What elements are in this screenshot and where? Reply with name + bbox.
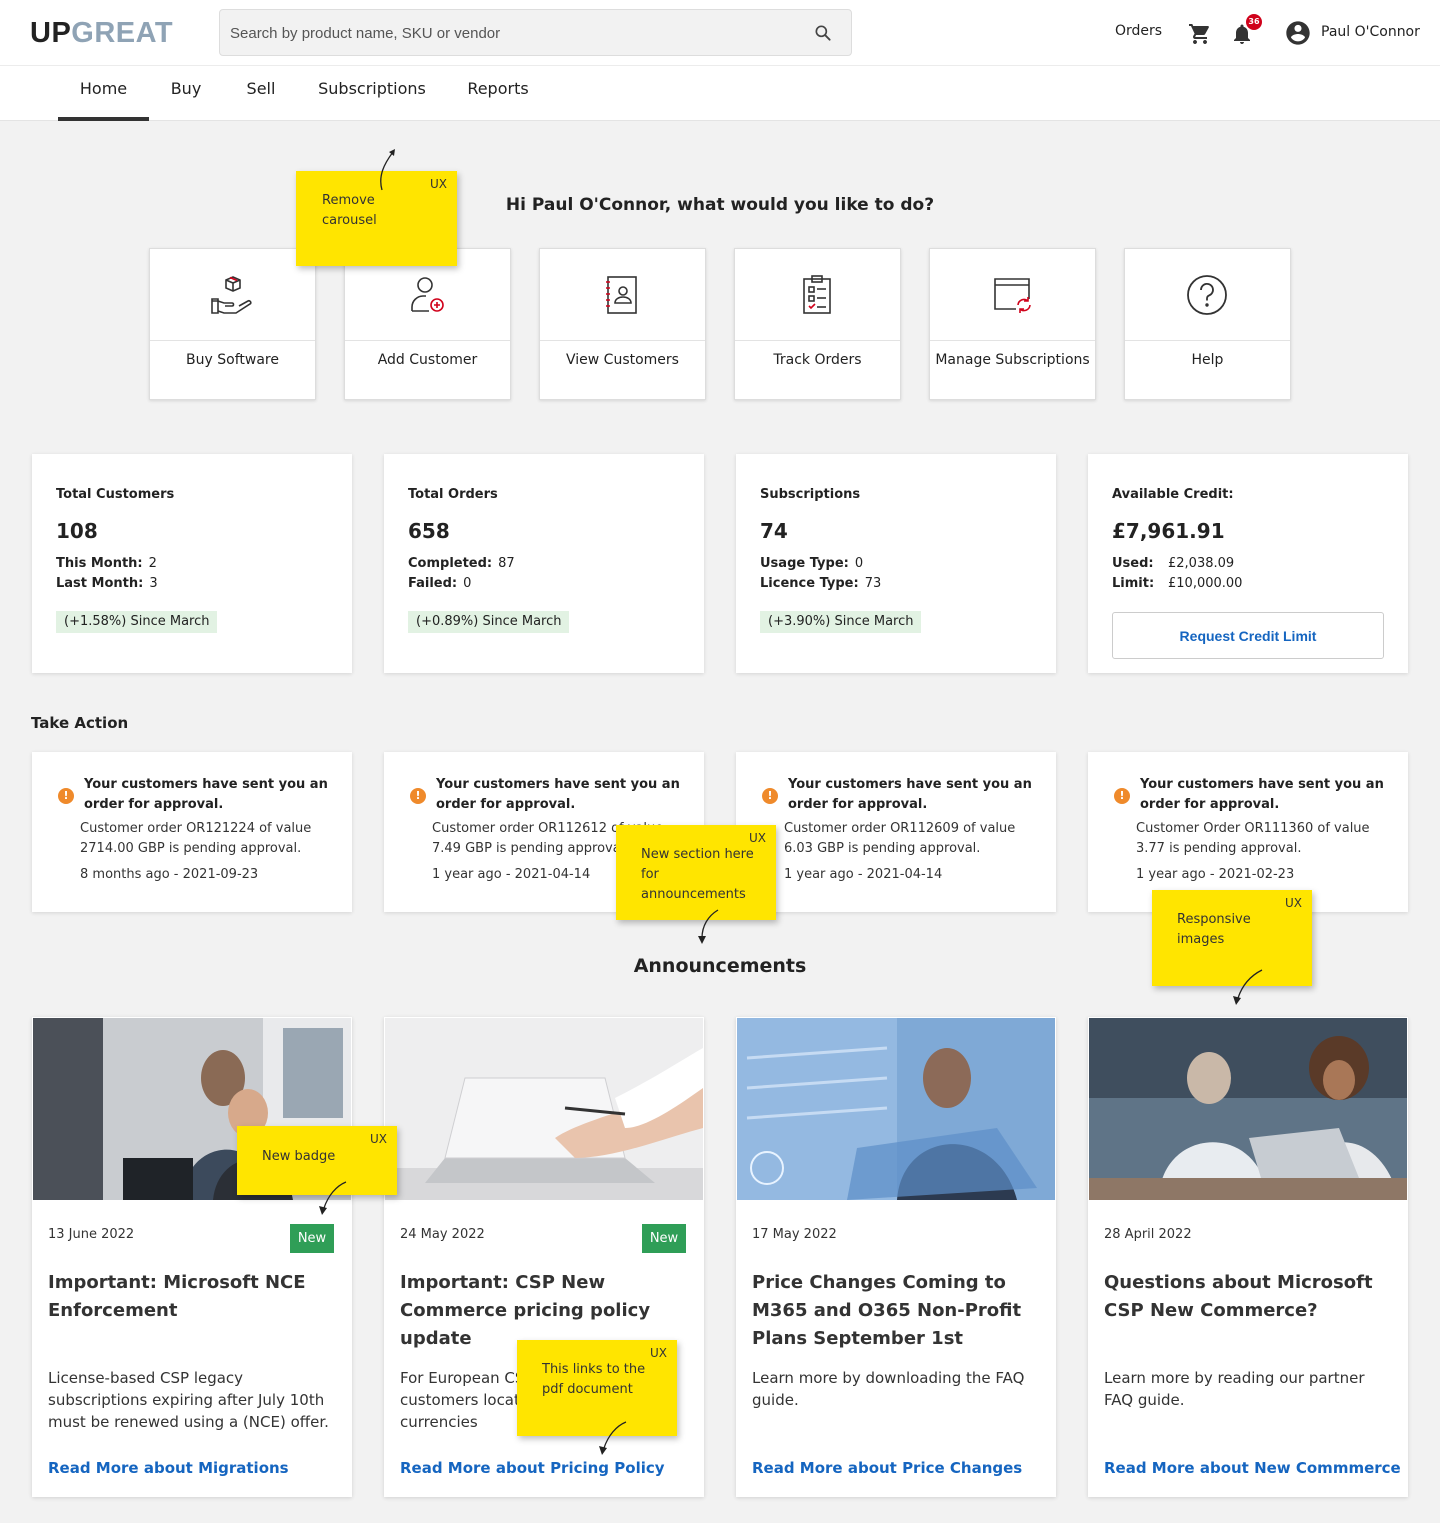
search-icon[interactable] [813, 23, 833, 43]
stat-card-customers: Total Customers 108 This Month: 2 Last Mo… [32, 454, 352, 673]
tile-label: Manage Subscriptions [935, 352, 1090, 368]
new-badge: New [642, 1224, 686, 1253]
read-more-link[interactable]: Read More about Migrations [48, 1459, 289, 1477]
add-user-icon [411, 277, 444, 312]
tab-home[interactable]: Home [58, 79, 149, 121]
search-box [219, 9, 852, 56]
tab-subscriptions[interactable]: Subscriptions [312, 79, 432, 121]
read-more-link[interactable]: Read More about Price Changes [752, 1459, 1022, 1477]
annotation-arrow [1233, 969, 1263, 1005]
help-tile[interactable]: Help [1124, 248, 1291, 400]
manage-subscriptions-tile[interactable]: Manage Subscriptions [929, 248, 1096, 400]
action-card[interactable]: ! Your customers have sent you an order … [1088, 752, 1408, 912]
take-action-heading: Take Action [31, 714, 129, 732]
announcement-card: 28 April 2022 Questions about Microsoft … [1088, 1017, 1408, 1497]
orders-link[interactable]: Orders [1115, 23, 1162, 39]
user-name[interactable]: Paul O'Connor [1321, 24, 1420, 40]
tile-label: View Customers [566, 352, 679, 368]
tile-label: Help [1191, 352, 1224, 368]
stat-title: Subscriptions [760, 487, 861, 502]
stat-value: 74 [760, 519, 788, 543]
read-more-link[interactable]: Read More about Pricing Policy [400, 1459, 665, 1477]
warning-icon: ! [410, 788, 426, 804]
action-card[interactable]: ! Your customers have sent you an order … [32, 752, 352, 912]
main-nav: Home Buy Sell Subscriptions Reports [0, 66, 1440, 121]
logo[interactable]: UPGREAT [30, 17, 173, 50]
change-badge: (+3.90%) Since March [760, 611, 922, 633]
tab-reports[interactable]: Reports [462, 79, 534, 121]
stat-card-orders: Total Orders 658 Completed: 87 Failed: 0 (… [384, 454, 704, 673]
window-refresh-icon [994, 278, 1031, 313]
announcement-image [1089, 1018, 1407, 1200]
tile-label: Track Orders [773, 352, 862, 368]
warning-icon: ! [58, 788, 74, 804]
box-hand-icon [211, 276, 252, 314]
annotation-arrow [380, 149, 395, 191]
stat-value: 658 [408, 519, 450, 543]
warning-icon: ! [1114, 788, 1130, 804]
greeting-heading: Hi Paul O'Connor, what would you like to… [505, 195, 935, 215]
stat-value: 108 [56, 519, 98, 543]
announcement-card: 17 May 2022 Price Changes Coming to M365… [736, 1017, 1056, 1497]
add-customer-tile[interactable]: Add Customer [344, 248, 511, 400]
user-avatar-icon[interactable] [1284, 19, 1312, 47]
tab-buy[interactable]: Buy [163, 79, 209, 121]
view-customers-tile[interactable]: View Customers [539, 248, 706, 400]
stat-card-subscriptions: Subscriptions 74 Usage Type: 0 Licence Ty… [736, 454, 1056, 673]
announcement-card: 13 June 2022 New Important: Microsoft NC… [32, 1017, 352, 1497]
announcement-image [385, 1018, 703, 1200]
question-circle-icon [1187, 275, 1227, 315]
action-card[interactable]: ! Your customers have sent you an order … [736, 752, 1056, 912]
stat-value: £7,961.91 [1112, 519, 1225, 543]
tab-sell[interactable]: Sell [238, 79, 284, 121]
stat-card-credit: Available Credit: £7,961.91 Used: £2,038.… [1088, 454, 1408, 673]
cart-icon[interactable] [1188, 22, 1212, 46]
request-credit-limit-button[interactable]: Request Credit Limit [1112, 612, 1384, 659]
notification-badge: 36 [1246, 14, 1262, 30]
change-badge: (+1.58%) Since March [56, 611, 218, 633]
stat-title: Total Orders [408, 487, 498, 502]
clipboard-checklist-icon [803, 275, 831, 314]
track-orders-tile[interactable]: Track Orders [734, 248, 901, 400]
read-more-link[interactable]: Read More about New Commmerce [1104, 1459, 1401, 1477]
buy-software-tile[interactable]: Buy Software [149, 248, 316, 400]
annotation-arrow [599, 1421, 627, 1455]
annotation-arrow [319, 1181, 347, 1215]
warning-icon: ! [762, 788, 778, 804]
tile-label: Add Customer [377, 352, 478, 368]
tile-label: Buy Software [186, 352, 279, 368]
stat-title: Total Customers [56, 487, 175, 502]
stat-title: Available Credit: [1112, 487, 1234, 502]
search-input[interactable] [230, 21, 790, 45]
annotation-arrow [698, 909, 719, 944]
contacts-book-icon [606, 276, 637, 314]
announcement-image [737, 1018, 1055, 1200]
new-badge: New [290, 1224, 334, 1253]
change-badge: (+0.89%) Since March [408, 611, 570, 633]
top-bar: UPGREAT Orders 36 Paul O'Connor [0, 0, 1440, 66]
